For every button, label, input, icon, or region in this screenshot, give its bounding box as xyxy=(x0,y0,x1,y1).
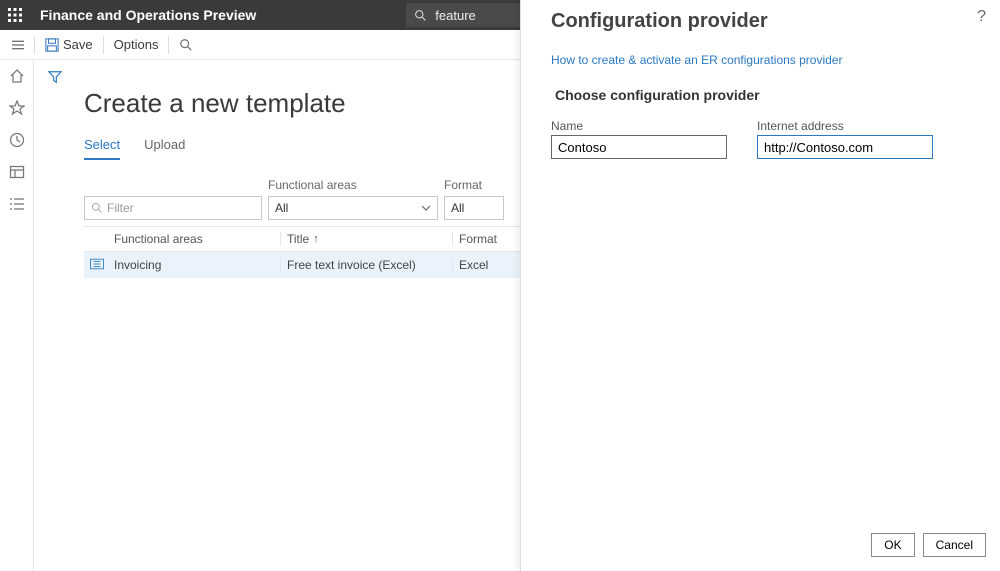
internet-address-label: Internet address xyxy=(757,119,933,133)
help-button[interactable]: ? xyxy=(977,8,986,26)
configuration-provider-panel: ? Configuration provider How to create &… xyxy=(520,0,1000,571)
col-functional-areas[interactable]: Functional areas xyxy=(110,232,280,246)
global-search[interactable] xyxy=(406,3,536,27)
name-input[interactable] xyxy=(551,135,727,159)
filter-pane-toggle[interactable] xyxy=(48,70,62,89)
search-icon xyxy=(91,202,103,214)
panel-subtitle: Choose configuration provider xyxy=(555,87,970,103)
tab-select[interactable]: Select xyxy=(84,137,120,160)
modules-icon[interactable] xyxy=(9,196,25,212)
filter-placeholder: Filter xyxy=(107,201,134,215)
help-link[interactable]: How to create & activate an ER configura… xyxy=(551,53,842,67)
format-value: All xyxy=(451,201,464,215)
row-functional-areas: Invoicing xyxy=(110,258,280,272)
col-title-text: Title xyxy=(287,232,309,246)
document-icon xyxy=(90,258,104,270)
panel-fields: Name Internet address xyxy=(551,119,970,159)
options-button[interactable]: Options xyxy=(106,31,167,59)
save-icon xyxy=(45,38,59,52)
hamburger-icon xyxy=(12,39,24,51)
waffle-icon xyxy=(8,8,22,22)
panel-footer: OK Cancel xyxy=(871,533,986,557)
filter-input[interactable]: Filter xyxy=(84,196,262,220)
row-format: Excel xyxy=(452,258,500,272)
workspaces-icon[interactable] xyxy=(9,164,25,180)
divider xyxy=(34,36,35,54)
actionbar-search-button[interactable] xyxy=(171,31,201,59)
app-launcher-button[interactable] xyxy=(0,0,30,30)
panel-title: Configuration provider xyxy=(551,10,970,33)
hamburger-button[interactable] xyxy=(4,31,32,59)
col-format[interactable]: Format xyxy=(452,232,500,246)
format-label: Format xyxy=(444,178,504,194)
functional-areas-value: All xyxy=(275,201,288,215)
app-title: Finance and Operations Preview xyxy=(30,7,266,23)
cancel-button[interactable]: Cancel xyxy=(923,533,986,557)
options-label: Options xyxy=(114,37,159,52)
sort-asc-icon: ↑ xyxy=(313,233,319,245)
recent-icon[interactable] xyxy=(9,132,25,148)
save-label: Save xyxy=(63,37,93,52)
functional-areas-label: Functional areas xyxy=(268,178,438,194)
search-icon xyxy=(414,9,427,22)
row-icon-cell xyxy=(84,258,110,273)
divider xyxy=(103,36,104,54)
home-icon[interactable] xyxy=(9,68,25,84)
name-label: Name xyxy=(551,119,727,133)
col-title[interactable]: Title ↑ xyxy=(280,232,452,246)
row-title: Free text invoice (Excel) xyxy=(280,258,452,272)
divider xyxy=(168,36,169,54)
tab-upload[interactable]: Upload xyxy=(144,137,185,160)
chevron-down-icon xyxy=(421,203,431,213)
star-icon[interactable] xyxy=(9,100,25,116)
field-internet-address: Internet address xyxy=(757,119,933,159)
left-rail xyxy=(0,60,34,571)
spacer xyxy=(84,178,262,194)
field-name: Name xyxy=(551,119,727,159)
format-select[interactable]: All xyxy=(444,196,504,220)
search-icon xyxy=(179,38,193,52)
functional-areas-select[interactable]: All xyxy=(268,196,438,220)
ok-button[interactable]: OK xyxy=(871,533,914,557)
global-search-input[interactable] xyxy=(433,7,523,24)
internet-address-input[interactable] xyxy=(757,135,933,159)
filter-icon xyxy=(48,70,62,84)
save-button[interactable]: Save xyxy=(37,31,101,59)
